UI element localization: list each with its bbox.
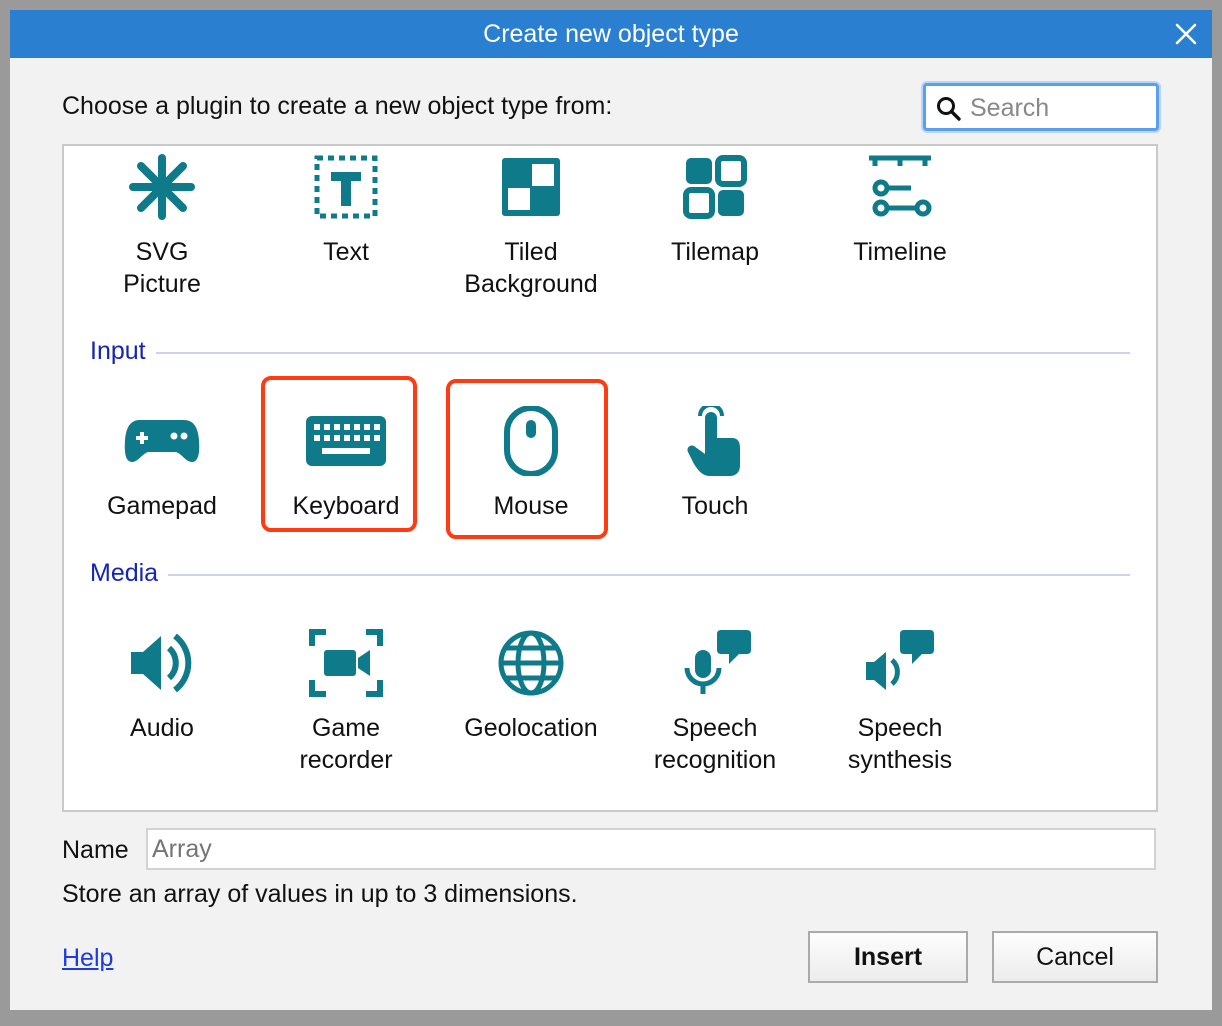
name-field[interactable] [146,828,1156,870]
tiles-icon [502,158,560,216]
plugin-tiled-background[interactable]: Tiled Background [446,152,616,300]
plugin-tilemap[interactable]: Tilemap [630,152,800,268]
video-recorder-icon [309,629,383,697]
gamepad-icon [124,420,200,462]
plugin-game-recorder[interactable]: Game recorder [261,628,431,776]
text-box-icon [314,155,378,219]
plugin-label: Speech synthesis [847,714,953,774]
plugin-label: Game recorder [299,714,393,774]
plugin-touch[interactable]: Touch [630,406,800,522]
plugin-label: Touch [681,492,749,520]
section-title: Media [90,559,169,588]
search-box[interactable] [923,83,1159,131]
plugin-geolocation[interactable]: Geolocation [446,628,616,744]
plugin-label: Speech recognition [653,714,777,774]
section-title: Input [90,337,156,366]
section-media: Media [90,559,1130,589]
plugin-svg-picture[interactable]: SVG Picture [77,152,247,300]
grid-icon [683,155,747,219]
plugin-label: Gamepad [107,492,217,520]
plugin-speech-recognition[interactable]: Speech recognition [630,628,800,776]
create-object-dialog: Create new object type Choose a plugin t… [10,10,1212,1010]
keyboard-highlight [261,376,417,532]
microphone-icon [684,630,751,694]
mouse-highlight [446,379,608,539]
dialog-title: Create new object type [483,20,739,48]
search-icon [937,97,961,121]
close-icon[interactable] [1174,22,1198,46]
plugin-timeline[interactable]: Timeline [815,152,985,268]
plugin-audio[interactable]: Audio [77,628,247,744]
timeline-icon [869,155,932,217]
help-link[interactable]: Help [62,944,113,973]
plugin-label: Audio [130,714,194,742]
plugin-speech-synthesis[interactable]: Speech synthesis [815,628,985,776]
search-input[interactable] [968,90,1152,126]
plugin-gamepad[interactable]: Gamepad [77,406,247,522]
name-label: Name [62,836,129,864]
plugin-label: Tilemap [671,238,759,266]
insert-button[interactable]: Insert [808,931,968,983]
plugin-list[interactable]: SVG Picture Text Tiled Background Tilema… [62,144,1158,812]
plugin-label: Text [323,238,369,266]
plugin-label: Geolocation [464,714,598,742]
touch-icon [687,406,740,476]
section-input: Input [90,337,1130,367]
cancel-button[interactable]: Cancel [992,931,1158,983]
plugin-label: Tiled Background [464,238,598,298]
plugin-label: SVG Picture [123,238,201,298]
plugin-text[interactable]: Text [261,152,431,268]
asterisk-icon [129,154,195,220]
title-bar: Create new object type [10,10,1212,58]
speaker-icon [131,633,192,693]
plugin-label: Timeline [853,238,947,266]
prompt-text: Choose a plugin to create a new object t… [62,92,613,120]
plugin-description: Store an array of values in up to 3 dime… [62,880,578,908]
globe-icon [498,630,564,696]
speech-speaker-icon [866,630,934,690]
